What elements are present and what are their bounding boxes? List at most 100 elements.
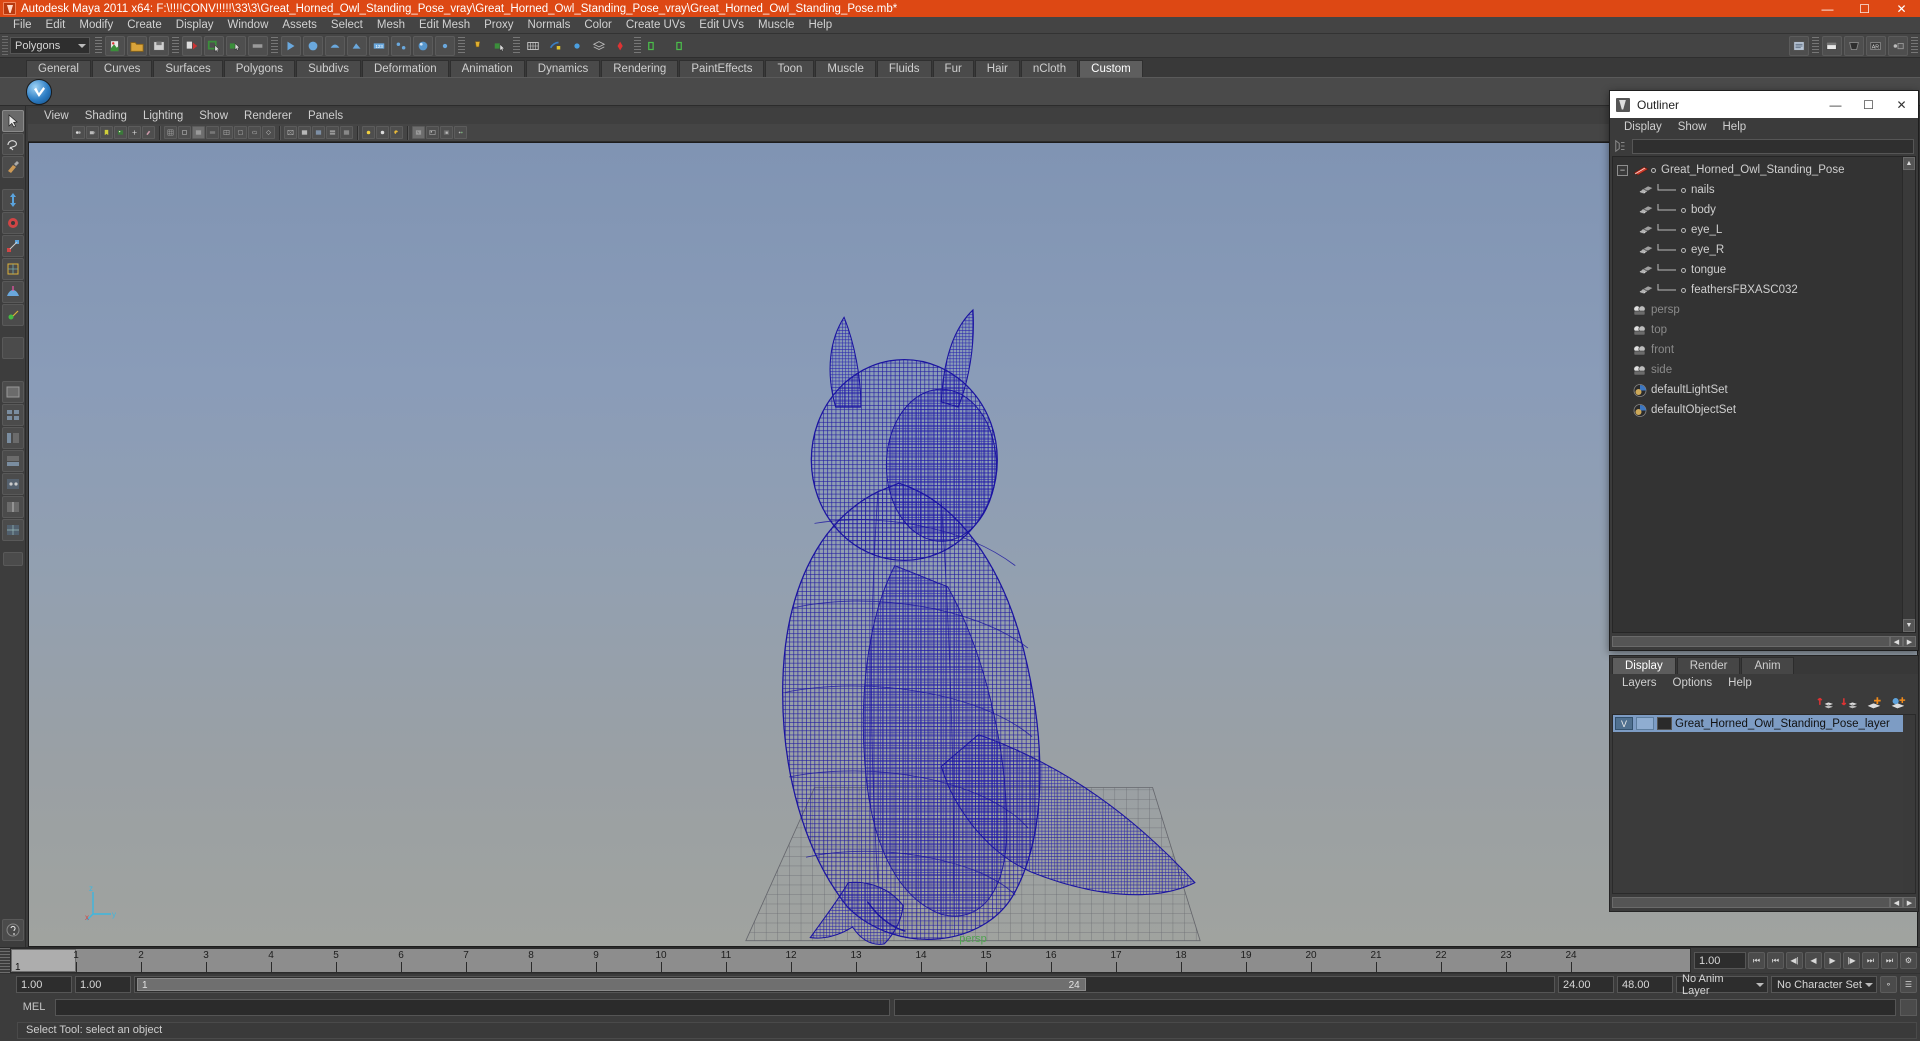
outliner-tree[interactable]: − Great_Horned_Owl_Standing_Pose nails body… [1612,156,1916,633]
wireframe-on-shaded-icon[interactable] [326,126,339,139]
two-d-pan-zoom-icon[interactable] [128,126,141,139]
outliner-item-feathersfbxasc032[interactable]: feathersFBXASC032 [1613,280,1902,300]
layer-row[interactable]: V Great_Horned_Owl_Standing_Pose_layer [1613,715,1903,732]
layer-menu-options[interactable]: Options [1665,674,1721,692]
outliner-search-input[interactable] [1632,138,1914,154]
texture-toggle-icon[interactable] [426,126,439,139]
layer-display-type-toggle[interactable] [1636,717,1654,730]
time-tick[interactable]: 10 [655,949,667,972]
quick-layout-more-button[interactable]: - [2,2,960,1041]
playback-range-bar[interactable]: 1 24 [134,976,1555,993]
outliner-item-body[interactable]: body [1613,200,1902,220]
layer-menu-help[interactable]: Help [1720,674,1760,692]
viewport-settings-icon[interactable] [454,126,467,139]
outliner-item-side[interactable]: side [1613,360,1902,380]
time-tick[interactable]: 24 [1565,949,1577,972]
scroll-down-icon[interactable]: ▼ [1903,619,1915,632]
grease-pencil-icon[interactable] [142,126,155,139]
anim-layer-selector[interactable]: No Anim Layer [1676,973,1768,997]
outliner-item-great_horned_owl_standing_pose[interactable]: − Great_Horned_Owl_Standing_Pose [1613,160,1902,180]
grid-toggle-icon[interactable] [164,126,177,139]
xray-icon[interactable] [262,126,275,139]
filter-icon[interactable] [1614,139,1628,153]
current-frame-indicator[interactable]: 1 [11,949,76,972]
tab-render[interactable]: Render [1676,657,1741,674]
outliner-maximize-button[interactable]: ☐ [1852,91,1885,118]
character-set-selector[interactable]: No Character Set [1771,976,1877,993]
time-tick[interactable]: 16 [1045,949,1057,972]
layer-visibility-toggle[interactable]: V [1615,717,1633,730]
time-tick[interactable]: 15 [980,949,992,972]
scroll-up-icon[interactable]: ▲ [1903,157,1915,170]
time-tick[interactable]: 8 [528,949,534,972]
time-tick[interactable]: 22 [1435,949,1447,972]
time-tick[interactable]: 6 [398,949,404,972]
time-tick[interactable]: 2 [138,949,144,972]
move-layer-down-icon[interactable] [1841,695,1860,711]
time-tick[interactable]: 7 [463,949,469,972]
isolate-select-icon[interactable] [412,126,425,139]
time-tick[interactable]: 11 [721,949,731,972]
outliner-window[interactable]: Outliner — ☐ ✕ Display Show Help − Great_… [1609,90,1919,651]
layer-list-vertical-scrollbar[interactable] [1903,715,1915,893]
time-ruler[interactable]: 1 1 2 3 4 5 6 7 8 9 10 11 12 13 14 15 16 17 18 19 20 21 22 23 2… [10,948,1691,973]
smooth-shade-selected-icon[interactable] [312,126,325,139]
layer-menu-layers[interactable]: Layers [1614,674,1665,692]
time-tick[interactable]: 3 [203,949,209,972]
time-tick[interactable]: 19 [1240,949,1252,972]
help-lock-icon[interactable] [1,919,24,941]
shadows-icon[interactable] [390,126,403,139]
outliner-item-defaultobjectset[interactable]: defaultObjectSet [1613,400,1902,420]
layer-hscroll-thumb[interactable] [1612,897,1890,908]
safe-action-icon[interactable] [234,126,247,139]
wireframe-shading-icon[interactable] [284,126,297,139]
scroll-left-icon[interactable]: ◀ [1890,636,1903,647]
resolution-gate-icon[interactable] [192,126,205,139]
outliner-vertical-scrollbar[interactable]: ▲ ▼ [1902,157,1915,632]
time-tick[interactable]: 12 [785,949,797,972]
camera-attributes-icon[interactable] [86,126,99,139]
scroll-right-icon[interactable]: ▶ [1903,897,1916,908]
time-tick[interactable]: 17 [1110,949,1122,972]
outliner-item-eye_r[interactable]: eye_R [1613,240,1902,260]
time-tick[interactable]: 20 [1305,949,1317,972]
expander-toggle-icon[interactable]: − [1617,164,1628,176]
outliner-horizontal-scrollbar[interactable]: ◀ ▶ [1612,635,1916,648]
layer-color-swatch[interactable] [1657,717,1672,730]
flat-shade-icon[interactable] [340,126,353,139]
new-layer-icon[interactable] [1865,695,1884,711]
outliner-item-tongue[interactable]: tongue [1613,260,1902,280]
outliner-menu-show[interactable]: Show [1670,118,1715,136]
time-tick[interactable]: 23 [1500,949,1512,972]
layer-list[interactable]: V Great_Horned_Owl_Standing_Pose_layer [1612,714,1916,894]
time-tick[interactable]: 1 [73,949,79,972]
outliner-item-front[interactable]: front [1613,340,1902,360]
outliner-item-eye_l[interactable]: eye_L [1613,220,1902,240]
layer-list-horizontal-scrollbar[interactable]: ◀ ▶ [1612,896,1916,909]
outliner-scroll-thumb[interactable] [1903,170,1915,619]
outliner-menu-help[interactable]: Help [1715,118,1755,136]
outliner-item-nails[interactable]: nails [1613,180,1902,200]
lighting-default-icon[interactable] [362,126,375,139]
scroll-left-icon[interactable]: ◀ [1890,897,1903,908]
tab-display[interactable]: Display [1612,657,1676,674]
field-chart-icon[interactable] [220,126,233,139]
smooth-shade-all-icon[interactable] [298,126,311,139]
playback-range-handle[interactable]: 1 24 [137,978,1086,991]
lighting-all-icon[interactable] [376,126,389,139]
bookmarks-icon[interactable] [100,126,113,139]
outliner-close-button[interactable]: ✕ [1885,91,1918,118]
time-tick[interactable]: 9 [593,949,599,972]
channel-layer-editor[interactable]: Display Render Anim Layers Options Help [1609,655,1919,912]
time-tick[interactable]: 13 [850,949,862,972]
tab-anim[interactable]: Anim [1741,657,1794,674]
outliner-menu-display[interactable]: Display [1616,118,1670,136]
new-layer-from-selected-icon[interactable] [1889,695,1908,711]
time-tick[interactable]: 14 [915,949,927,972]
time-tick[interactable]: 5 [333,949,339,972]
gate-mask-icon[interactable] [206,126,219,139]
outliner-item-defaultlightset[interactable]: defaultLightSet [1613,380,1902,400]
outliner-minimize-button[interactable]: — [1819,91,1852,118]
outliner-item-top[interactable]: top [1613,320,1902,340]
image-plane-icon[interactable] [114,126,127,139]
